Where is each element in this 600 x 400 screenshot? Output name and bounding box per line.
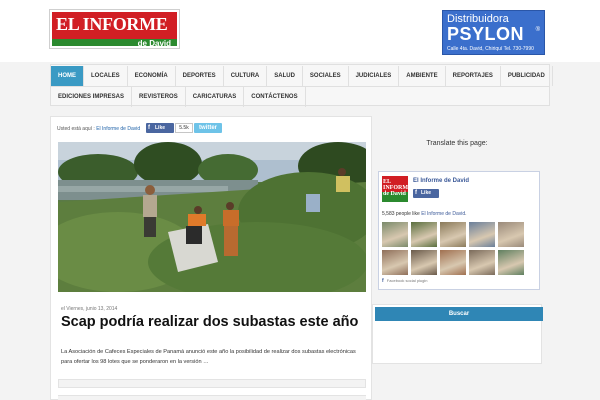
facebook-people-count: 5,583 people like El Informe de David. — [382, 211, 467, 217]
nav-item-caricaturas[interactable]: CARICATURAS — [186, 87, 245, 107]
twitter-button[interactable]: twitter — [194, 123, 222, 133]
facebook-icon: f — [148, 125, 150, 131]
sidebar: Translate this page: EL INFORME de David… — [372, 116, 550, 400]
page: EL INFORME de David Distribuidora PSYLON… — [0, 0, 600, 400]
logo-subtitle: de David — [137, 39, 171, 48]
nav-item-publicidad[interactable]: PUBLICIDAD — [501, 66, 553, 86]
nav-item-ambiente[interactable]: AMBIENTE — [399, 66, 446, 86]
nav-item-reportajes[interactable]: REPORTAJES — [446, 66, 501, 86]
translate-widget: Translate this page: EL INFORME de David… — [372, 116, 542, 290]
facebook-page-like-button[interactable]: f Like — [413, 189, 439, 198]
nav-item-salud[interactable]: SALUD — [267, 66, 303, 86]
breadcrumb-prefix: Usted está aquí : — [57, 126, 95, 132]
logo-title: EL INFORME — [56, 14, 168, 34]
fan-avatar[interactable] — [382, 222, 408, 247]
site-logo[interactable]: EL INFORME de David — [50, 10, 179, 48]
nav-item-sociales[interactable]: SOCIALES — [303, 66, 349, 86]
facebook-plugin-footer: f Facebook social plugin — [382, 278, 428, 284]
search-widget: Buscar — [372, 304, 543, 364]
fan-avatar[interactable] — [498, 222, 524, 247]
fan-avatar[interactable] — [411, 222, 437, 247]
river-workers-photo-icon — [58, 142, 366, 292]
fan-avatar[interactable] — [440, 222, 466, 247]
nav-item-deportes[interactable]: DEPORTES — [176, 66, 224, 86]
ad-address: Calle 4ta. David, Chiriquí Tel. 730-7990 — [447, 46, 534, 52]
facebook-icon: f — [415, 190, 417, 196]
nav-item-home[interactable]: HOME — [51, 66, 84, 86]
nav-item-judiciales[interactable]: JUDICIALES — [349, 66, 400, 86]
fan-avatar[interactable] — [498, 250, 524, 275]
facebook-like-button[interactable]: f Like — [146, 123, 174, 133]
nav-item-cultura[interactable]: CULTURA — [224, 66, 268, 86]
nav-item-revisteros[interactable]: REVISTEROS — [132, 87, 186, 107]
article-divider — [58, 379, 366, 388]
fan-avatar[interactable] — [469, 250, 495, 275]
facebook-page-like-label: Like — [421, 190, 432, 196]
ad-brand-main: PSYLON — [447, 24, 525, 44]
nav-item-contactenos[interactable]: CONTÁCTENOS — [244, 87, 306, 107]
nav-item-ediciones-impresas[interactable]: EDICIONES IMPRESAS — [51, 87, 133, 107]
facebook-people-count-text: 5,583 people like — [382, 211, 420, 217]
fan-avatar[interactable] — [411, 250, 437, 275]
facebook-fan-faces — [382, 222, 536, 275]
nav-row-primary: HOME LOCALES ECONOMÍA DEPORTES CULTURA SALUD S… — [51, 66, 553, 86]
fan-avatar[interactable] — [469, 222, 495, 247]
article-meta: el Viernes, junio 13, 2014 — [61, 306, 118, 312]
search-button[interactable]: Buscar — [375, 307, 543, 321]
article-photo[interactable] — [58, 142, 366, 292]
header-ad-banner[interactable]: Distribuidora PSYLON ® Calle 4ta. David,… — [442, 10, 545, 55]
article-excerpt: La Asociación de Cafeces Especiales de P… — [61, 349, 356, 365]
facebook-page-name[interactable]: El Informe de David — [413, 178, 469, 184]
facebook-people-page-link[interactable]: El Informe de David — [421, 211, 465, 217]
nav-row-secondary: EDICIONES IMPRESAS REVISTEROS CARICATURAS C… — [51, 87, 306, 107]
nav-item-economia[interactable]: ECONOMÍA — [128, 66, 176, 86]
facebook-like-label: Like — [155, 125, 166, 131]
translate-title: Translate this page: — [426, 140, 488, 147]
fan-avatar[interactable] — [382, 250, 408, 275]
ad-registered-mark: ® — [535, 27, 540, 33]
breadcrumb-home-link[interactable]: El Informe de David — [96, 126, 140, 132]
like-count-badge: 5.5k — [175, 123, 193, 133]
fan-avatar[interactable] — [440, 250, 466, 275]
facebook-icon: f — [382, 278, 384, 284]
breadcrumb: Usted está aquí : El Informe de David — [57, 126, 140, 132]
facebook-page-box: EL INFORME de David El Informe de David … — [378, 171, 540, 290]
main-content: Usted está aquí : El Informe de David f … — [50, 116, 372, 400]
facebook-plugin-label: Facebook social plugin — [386, 278, 428, 283]
main-nav: HOME LOCALES ECONOMÍA DEPORTES CULTURA SALUD S… — [50, 64, 553, 107]
facebook-page-avatar-text: EL INFORME de David — [383, 179, 408, 197]
article-title[interactable]: Scap podría realizar dos subastas este a… — [61, 314, 361, 330]
site-header: EL INFORME de David Distribuidora PSYLON… — [0, 0, 600, 62]
next-article-placeholder — [58, 395, 366, 400]
facebook-page-avatar[interactable]: EL INFORME de David — [382, 176, 408, 202]
nav-item-locales[interactable]: LOCALES — [84, 66, 128, 86]
